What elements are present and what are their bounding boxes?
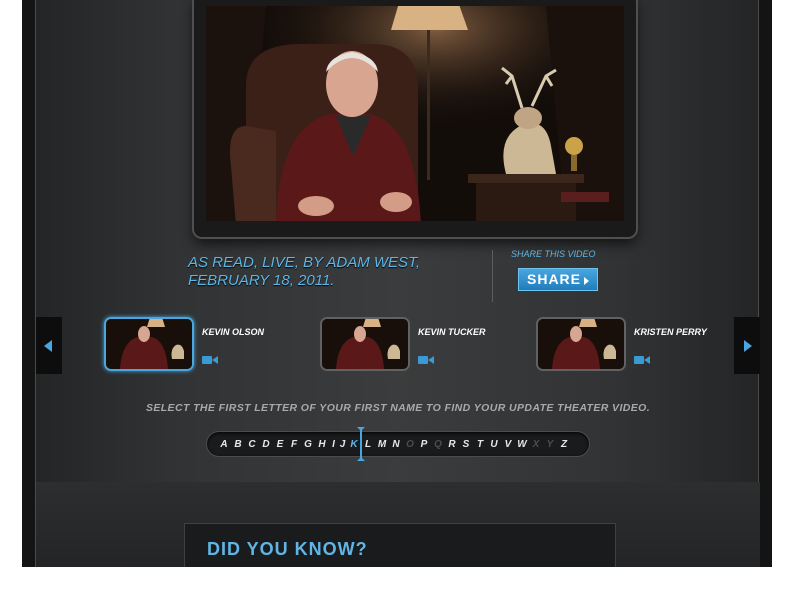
- letter-c[interactable]: C: [245, 439, 259, 450]
- page-frame: As read, live, by Adam West, February 18…: [22, 0, 772, 567]
- did-you-know-box: DID YOU KNOW?: [184, 523, 616, 567]
- video-caption: As read, live, by Adam West, February 18…: [188, 254, 421, 289]
- carousel-item-name[interactable]: KEVIN OLSON: [202, 327, 264, 337]
- content-panel: As read, live, by Adam West, February 18…: [35, 0, 760, 567]
- letter-y: Y: [546, 438, 554, 450]
- arrow-right-icon: [744, 340, 752, 352]
- letter-k[interactable]: K: [347, 439, 361, 450]
- letter-z[interactable]: Z: [557, 439, 571, 450]
- letter-j[interactable]: J: [338, 439, 347, 450]
- letter-a[interactable]: A: [217, 439, 231, 450]
- thumbnail-image: [106, 319, 192, 369]
- carousel-next-button[interactable]: [734, 317, 760, 374]
- letter-r[interactable]: R: [445, 439, 459, 450]
- did-you-know-title: DID YOU KNOW?: [207, 539, 368, 559]
- alphabet-instruction: SELECT THE FIRST LETTER OF YOUR FIRST NA…: [145, 402, 651, 414]
- share-arrow-icon: [584, 277, 589, 285]
- alphabet-selection-marker: [357, 427, 365, 461]
- video-thumbnail[interactable]: [536, 317, 626, 371]
- carousel-item-name[interactable]: KRISTEN PERRY: [634, 327, 707, 337]
- thumbnail-image: [538, 319, 624, 369]
- share-button[interactable]: SHARE: [518, 268, 598, 291]
- letter-e[interactable]: E: [273, 439, 287, 450]
- letter-p[interactable]: P: [417, 439, 431, 450]
- share-button-label: SHARE: [527, 271, 582, 287]
- carousel-item-name[interactable]: KEVIN TUCKER: [418, 327, 486, 337]
- letter-d[interactable]: D: [259, 439, 273, 450]
- letter-v[interactable]: V: [501, 439, 515, 450]
- letter-q: Q: [434, 438, 442, 450]
- letter-l[interactable]: L: [361, 439, 375, 450]
- letter-n[interactable]: N: [389, 439, 403, 450]
- letter-t[interactable]: T: [473, 439, 487, 450]
- carousel-prev-button[interactable]: [36, 317, 62, 374]
- did-you-know-section: DID YOU KNOW?: [36, 482, 760, 567]
- thumbnail-image: [322, 319, 408, 369]
- letter-f[interactable]: F: [287, 439, 301, 450]
- video-camera-icon: [634, 356, 650, 364]
- letter-h[interactable]: H: [315, 439, 329, 450]
- video-scene-image: [206, 6, 624, 221]
- letter-s[interactable]: S: [459, 439, 473, 450]
- video-player[interactable]: [194, 0, 636, 237]
- video-carousel: KEVIN OLSON KEVIN TUCKER KRISTEN PERRY: [36, 317, 760, 375]
- letter-u[interactable]: U: [487, 439, 501, 450]
- video-camera-icon: [418, 356, 434, 364]
- letter-i[interactable]: I: [329, 439, 338, 450]
- letter-o: O: [406, 438, 414, 450]
- video-thumbnail[interactable]: [320, 317, 410, 371]
- letter-g[interactable]: G: [301, 439, 315, 450]
- letter-x: X: [532, 438, 540, 450]
- video-still[interactable]: [206, 6, 624, 221]
- letter-m[interactable]: M: [375, 439, 389, 450]
- alphabet-filter: ABCDEFGHIJKLMNOPQRSTUVWXYZ: [206, 431, 590, 457]
- share-label: Share this video: [511, 249, 596, 259]
- share-divider: [492, 250, 493, 302]
- letter-b[interactable]: B: [231, 439, 245, 450]
- video-thumbnail[interactable]: [104, 317, 194, 371]
- letter-w[interactable]: W: [515, 439, 529, 450]
- video-camera-icon: [202, 356, 218, 364]
- arrow-left-icon: [44, 340, 52, 352]
